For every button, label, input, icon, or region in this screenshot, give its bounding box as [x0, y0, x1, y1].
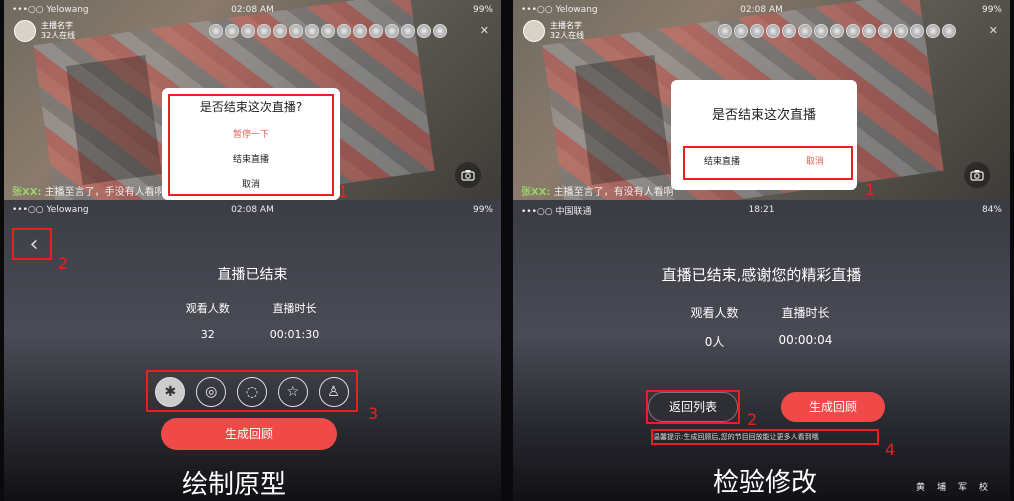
revised-end-screen: •••○○ 中国联通 18:21 84% 直播已结束,感谢您的精彩直播 观看人数…: [513, 200, 1010, 501]
chat-message: 张XX: 主播至言了，有没有人看啊: [521, 187, 674, 198]
annotation-box: [168, 94, 334, 196]
page-title: 直播已结束: [217, 267, 288, 283]
annotation-box: [146, 370, 358, 412]
viewer-avatars[interactable]: [718, 24, 956, 38]
annotation-number: 4: [885, 440, 896, 459]
caption: 检验修改: [713, 468, 818, 498]
caption: 绘制原型: [182, 470, 287, 500]
prototype-end-screen: •••○○ Yelowang 02:08 AM 99% ‹ 2 直播已结束 观看…: [4, 200, 501, 501]
annotation-box: [12, 228, 52, 260]
host-avatar[interactable]: [523, 20, 545, 42]
prototype-live-screen: •••○○ Yelowang 02:08 AM 99% 主播名字 32人在线 ✕…: [4, 0, 501, 200]
status-bar: •••○○ 中国联通 18:21 84%: [521, 205, 1002, 217]
generate-review-button[interactable]: 生成回顾: [781, 392, 885, 422]
viewer-avatars[interactable]: [209, 24, 447, 38]
status-bar: •••○○ Yelowang 02:08 AM 99%: [12, 205, 493, 215]
generate-review-button[interactable]: 生成回顾: [161, 418, 337, 450]
status-bar: •••○○ Yelowang 02:08 AM 99%: [521, 5, 1002, 15]
camera-icon[interactable]: [455, 162, 481, 188]
host-avatar[interactable]: [14, 20, 36, 42]
camera-icon[interactable]: [964, 162, 990, 188]
live-stats: 观看人数 0人 直播时长 00:00:04: [690, 306, 833, 349]
annotation-box: [683, 146, 853, 180]
annotation-number: 1: [338, 182, 349, 200]
annotation-number: 3: [368, 404, 379, 423]
annotation-number: 1: [865, 180, 876, 199]
host-info[interactable]: 主播名字 32人在线: [14, 20, 75, 42]
watermark: 黄埔军校: [915, 483, 1000, 493]
annotation-box: [651, 429, 879, 445]
live-stats: 观看人数 32 直播时长 00:01:30: [185, 302, 320, 341]
chat-message: 张XX: 主播至言了，手没有人看啊: [12, 187, 165, 198]
status-bar: •••○○ Yelowang 02:08 AM 99%: [12, 5, 493, 15]
revised-live-screen: •••○○ Yelowang 02:08 AM 99% 主播名字 32人在线 ✕…: [513, 0, 1010, 200]
close-icon[interactable]: ✕: [989, 24, 998, 37]
dialog-title: 是否结束这次直播: [711, 108, 816, 123]
close-icon[interactable]: ✕: [480, 24, 489, 37]
host-info[interactable]: 主播名字 32人在线: [523, 20, 584, 42]
page-title: 直播已结束,感谢您的精彩直播: [661, 266, 862, 284]
annotation-number: 2: [747, 410, 758, 429]
annotation-box: [646, 390, 740, 424]
